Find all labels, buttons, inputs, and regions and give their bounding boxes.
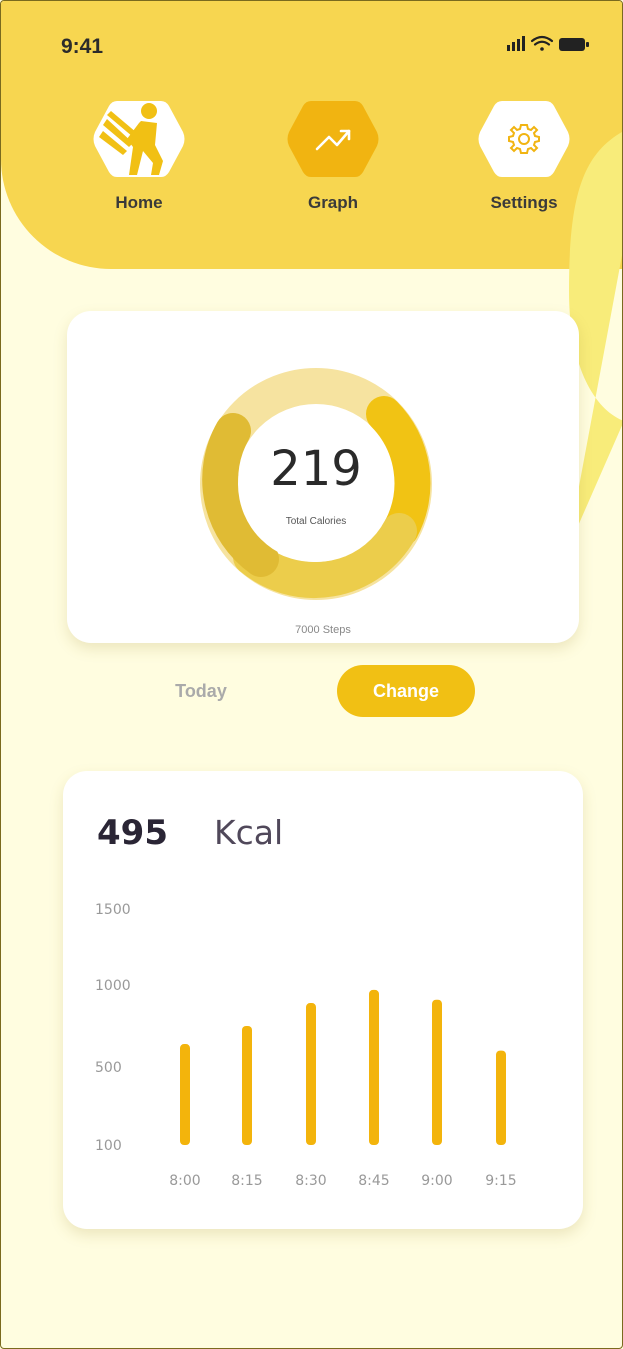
app-frame: 9:41 Home Graph Settings 219 Total Calor… [0,0,623,1349]
nav-settings[interactable]: Settings [473,99,575,213]
bar-830 [306,1003,316,1145]
change-button[interactable]: Change [337,665,475,717]
nav-graph[interactable]: Graph [287,99,379,213]
total-calories-value: 219 [270,441,362,497]
kcal-total-value: 495 [97,813,168,853]
steps-label: 7000 Steps [295,624,351,636]
y-tick-label: 100 [95,1138,122,1154]
trend-up-icon [315,129,351,151]
nav-graph-label: Graph [307,193,359,212]
x-tick-label: 8:00 [169,1173,200,1189]
bar-915 [496,1050,506,1145]
bar-815 [242,1026,252,1145]
y-tick-label: 1000 [95,978,131,994]
bar-800 [180,1044,190,1145]
kcal-unit: Kcal [214,813,284,852]
kcal-bar-chart: 100 500 1000 1500 8:00 8:15 8:30 8:45 9:00 9:15 [95,902,517,1189]
battery-icon [559,38,589,51]
nav-home[interactable]: Home [93,99,185,213]
x-tick-label: 9:00 [421,1173,452,1189]
x-tick-label: 9:15 [485,1173,516,1189]
gear-icon [508,124,540,154]
x-tick-label: 8:15 [231,1173,262,1189]
bar-845 [369,989,379,1145]
cellular-signal-icon [507,36,525,51]
y-tick-label: 500 [95,1060,122,1076]
status-time: 9:41 [61,35,104,58]
nav-settings-label: Settings [490,193,558,212]
status-icons [507,35,589,51]
runner-icon [99,103,163,175]
wifi-icon [530,35,554,51]
tab-today[interactable]: Today [151,681,251,702]
x-tick-label: 8:30 [295,1173,326,1189]
bar-900 [432,999,442,1145]
nav-home-label: Home [115,193,163,212]
total-calories-label: Total Calories [285,516,347,527]
x-tick-label: 8:45 [358,1173,389,1189]
y-tick-label: 1500 [95,902,131,918]
